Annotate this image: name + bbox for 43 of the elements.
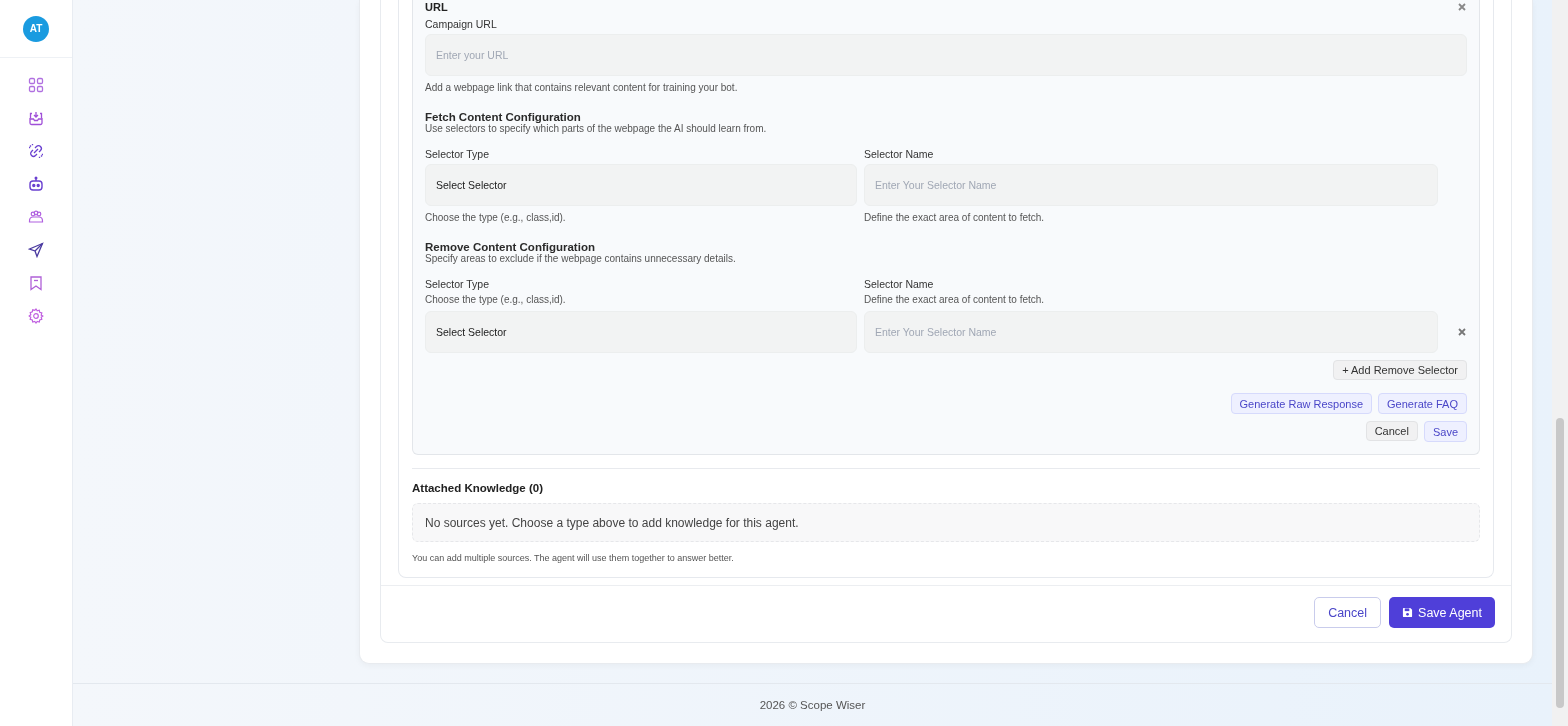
cancel-button[interactable]: Cancel xyxy=(1314,597,1382,628)
help-text: Define the exact area of content to fetch. xyxy=(864,212,1046,223)
help-text: Choose the type (e.g., class,id). xyxy=(425,212,567,223)
field-label: Selector Type xyxy=(425,148,490,160)
robot-icon[interactable] xyxy=(28,176,44,192)
section-heading: Fetch Content Configuration xyxy=(425,111,581,123)
section-heading: Remove Content Configuration xyxy=(425,241,595,253)
help-text: Add a webpage link that contains relevant content for training your bot. xyxy=(425,82,739,93)
settings-icon[interactable] xyxy=(28,308,44,324)
generate-button[interactable]: Generate FAQ xyxy=(1378,393,1467,414)
grid-icon[interactable] xyxy=(28,77,44,93)
team-icon[interactable] xyxy=(28,209,44,225)
section-title: URL xyxy=(425,0,448,13)
selector-name-input[interactable]: Enter Your Selector Name xyxy=(864,164,1438,206)
bookmark-icon[interactable] xyxy=(28,275,44,291)
add-remove-selector-button[interactable]: + Add Remove Selector xyxy=(1333,360,1467,380)
remove-icon[interactable] xyxy=(1457,327,1467,337)
url-input-field[interactable]: Enter your URL xyxy=(425,34,1467,76)
field-label: Selector Type xyxy=(425,278,490,290)
section-description: Specify areas to exclude if the webpage contains unnecessary details. xyxy=(425,253,737,264)
empty-state-text: No sources yet. Choose a type above to add knowledge for this agent. xyxy=(425,515,799,530)
section-description: Use selectors to specify which parts of the webpage the AI should learn from. xyxy=(425,123,768,134)
close-icon[interactable] xyxy=(1457,1,1467,12)
inbox-download-icon[interactable] xyxy=(28,110,44,126)
scrollbar[interactable] xyxy=(1552,0,1568,726)
field-label: Selector Name xyxy=(864,278,935,290)
selector-type-dropdown[interactable]: Select Selector xyxy=(425,164,857,206)
send-icon[interactable] xyxy=(28,242,44,258)
note-text: You can add multiple sources. The agent will use them together to answer better. xyxy=(412,553,735,563)
help-text: Choose the type (e.g., class,id). xyxy=(425,294,567,305)
selector-type-dropdown[interactable]: Select Selector xyxy=(425,311,857,353)
save-button[interactable]: Save xyxy=(1423,421,1467,442)
field-label: Selector Name xyxy=(864,148,935,160)
save-agent-button[interactable]: Save Agent xyxy=(1389,597,1495,628)
help-text: Define the exact area of content to fetch. xyxy=(864,294,1046,305)
scrollbar-thumb[interactable] xyxy=(1556,418,1564,708)
attached-knowledge-title: Attached Knowledge (0) xyxy=(412,482,544,494)
broken-link-icon[interactable] xyxy=(28,143,44,159)
copyright-text: 2026 © Scope Wiser xyxy=(759,699,866,711)
cancel-button[interactable]: Cancel xyxy=(1365,421,1418,441)
field-label: Campaign URL xyxy=(425,18,498,30)
generate-button[interactable]: Generate Raw Response xyxy=(1230,393,1373,414)
selector-name-input[interactable]: Enter Your Selector Name xyxy=(864,311,1438,353)
